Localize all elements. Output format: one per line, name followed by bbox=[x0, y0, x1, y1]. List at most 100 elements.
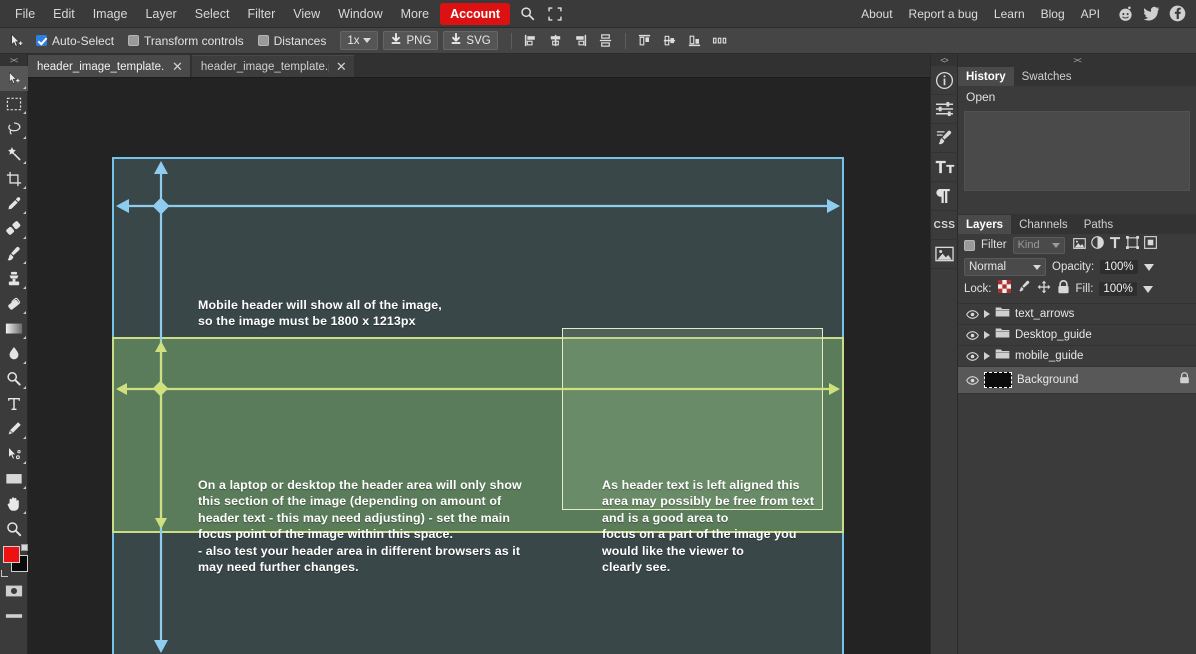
path-select-tool[interactable] bbox=[0, 441, 28, 466]
transform-controls-checkbox-box[interactable] bbox=[128, 35, 140, 46]
filter-kind-dropdown[interactable]: Kind bbox=[1012, 236, 1065, 254]
export-svg-button[interactable]: SVG bbox=[443, 31, 498, 50]
canvas-viewport[interactable]: Mobile header will show all of the image… bbox=[28, 78, 930, 654]
menu-item-select[interactable]: Select bbox=[186, 3, 239, 25]
auto-select-checkbox-box[interactable] bbox=[36, 35, 47, 46]
magic-wand-tool[interactable] bbox=[0, 141, 28, 166]
opacity-value[interactable]: 100% bbox=[1100, 260, 1138, 274]
close-icon[interactable]: ✕ bbox=[172, 60, 183, 73]
adjustment-filter-icon[interactable] bbox=[1090, 236, 1104, 254]
shape-tool[interactable] bbox=[0, 466, 28, 491]
eye-icon[interactable] bbox=[966, 309, 979, 319]
lock-position-icon[interactable] bbox=[1037, 280, 1051, 299]
align-left-icon[interactable] bbox=[520, 31, 542, 51]
tab-layers[interactable]: Layers bbox=[958, 215, 1012, 234]
menu-item-file[interactable]: File bbox=[6, 3, 44, 25]
table-row[interactable]: text_arrows bbox=[958, 304, 1196, 325]
account-button[interactable]: Account bbox=[440, 2, 511, 25]
info-icon[interactable] bbox=[931, 66, 958, 95]
distribute-horizontal-icon[interactable] bbox=[709, 31, 731, 51]
table-row[interactable]: mobile_guide bbox=[958, 346, 1196, 367]
eye-icon[interactable] bbox=[966, 330, 979, 340]
menu-item-blog[interactable]: Blog bbox=[1033, 3, 1073, 25]
menu-item-image[interactable]: Image bbox=[84, 3, 137, 25]
menu-item-learn[interactable]: Learn bbox=[986, 3, 1033, 25]
image-filter-icon[interactable] bbox=[1072, 236, 1086, 254]
align-top-icon[interactable] bbox=[634, 31, 656, 51]
menu-item-about[interactable]: About bbox=[853, 3, 900, 25]
lock-pixels-icon[interactable] bbox=[1017, 280, 1031, 298]
document-tab-2[interactable]: header_image_template.p ✕ bbox=[191, 55, 354, 77]
brush-tool[interactable] bbox=[0, 241, 28, 266]
history-item-open[interactable]: Open bbox=[958, 86, 1196, 108]
fill-value[interactable]: 100% bbox=[1099, 282, 1137, 296]
align-bottom-icon[interactable] bbox=[684, 31, 706, 51]
expand-arrow-icon[interactable] bbox=[984, 310, 990, 318]
zoom-level-dropdown[interactable]: 1x bbox=[340, 31, 379, 50]
align-right-icon[interactable] bbox=[570, 31, 592, 51]
gradient-tool[interactable] bbox=[0, 316, 28, 341]
transform-controls-checkbox[interactable]: Transform controls bbox=[128, 34, 244, 48]
menu-item-view[interactable]: View bbox=[284, 3, 329, 25]
menu-item-api[interactable]: API bbox=[1073, 3, 1108, 25]
color-swatches[interactable] bbox=[0, 544, 28, 578]
menu-item-filter[interactable]: Filter bbox=[238, 3, 284, 25]
reset-colors-icon[interactable] bbox=[1, 570, 8, 577]
lasso-tool[interactable] bbox=[0, 116, 28, 141]
menu-item-window[interactable]: Window bbox=[329, 3, 391, 25]
twitter-icon[interactable] bbox=[1143, 6, 1160, 22]
layer-thumbnail[interactable] bbox=[984, 372, 1012, 388]
screen-mode-icon[interactable] bbox=[0, 603, 28, 628]
navigator-image-icon[interactable] bbox=[931, 240, 958, 269]
filter-checkbox[interactable] bbox=[964, 239, 975, 251]
align-middle-vertical-icon[interactable] bbox=[659, 31, 681, 51]
patch-tool[interactable] bbox=[0, 216, 28, 241]
menu-item-report-bug[interactable]: Report a bug bbox=[901, 3, 986, 25]
shape-filter-icon[interactable] bbox=[1125, 236, 1139, 254]
table-row[interactable]: Background bbox=[958, 367, 1196, 394]
type-filter-icon[interactable] bbox=[1109, 236, 1121, 254]
auto-select-checkbox[interactable]: Auto-Select bbox=[36, 34, 114, 48]
artboard[interactable]: Mobile header will show all of the image… bbox=[112, 157, 844, 654]
move-tool[interactable] bbox=[0, 66, 28, 91]
distances-checkbox-box[interactable] bbox=[257, 35, 269, 46]
menu-item-layer[interactable]: Layer bbox=[136, 3, 185, 25]
pen-tool[interactable] bbox=[0, 416, 28, 441]
dodge-tool[interactable] bbox=[0, 366, 28, 391]
character-icon[interactable] bbox=[931, 153, 958, 182]
panels-collapse-button[interactable]: >< bbox=[958, 54, 1196, 66]
close-icon[interactable]: ✕ bbox=[336, 60, 347, 73]
table-row[interactable]: Desktop_guide bbox=[958, 325, 1196, 346]
crop-tool[interactable] bbox=[0, 166, 28, 191]
history-list[interactable]: Open bbox=[958, 86, 1196, 191]
hand-tool[interactable] bbox=[0, 491, 28, 516]
eyedropper-tool[interactable] bbox=[0, 191, 28, 216]
opacity-slider-arrow-icon[interactable] bbox=[1143, 263, 1154, 271]
smart-object-filter-icon[interactable] bbox=[1143, 236, 1157, 254]
tab-swatches[interactable]: Swatches bbox=[1014, 67, 1080, 86]
lock-transparency-icon[interactable] bbox=[997, 280, 1011, 298]
document-tab-1[interactable]: header_image_template.p ✕ bbox=[28, 55, 190, 77]
rail-collapse-button[interactable]: <> bbox=[931, 54, 957, 66]
eye-icon[interactable] bbox=[966, 375, 979, 385]
brush-presets-icon[interactable] bbox=[931, 124, 958, 153]
blur-tool[interactable] bbox=[0, 341, 28, 366]
css-icon[interactable]: CSS bbox=[931, 211, 958, 240]
toolbar-collapse-button[interactable]: >< bbox=[0, 54, 27, 66]
search-icon[interactable] bbox=[516, 4, 538, 24]
export-png-button[interactable]: PNG bbox=[383, 31, 439, 50]
tab-paths[interactable]: Paths bbox=[1076, 215, 1121, 234]
blend-mode-dropdown[interactable]: Normal bbox=[964, 258, 1046, 276]
distances-checkbox[interactable]: Distances bbox=[257, 34, 326, 48]
tab-channels[interactable]: Channels bbox=[1011, 215, 1076, 234]
reddit-icon[interactable] bbox=[1117, 5, 1134, 22]
type-tool[interactable] bbox=[0, 391, 28, 416]
fullscreen-icon[interactable] bbox=[544, 4, 566, 24]
adjustments-icon[interactable] bbox=[931, 95, 958, 124]
default-colors-icon[interactable] bbox=[21, 544, 28, 551]
clone-stamp-tool[interactable] bbox=[0, 266, 28, 291]
zoom-tool[interactable] bbox=[0, 516, 28, 541]
foreground-color-swatch[interactable] bbox=[3, 546, 20, 563]
menu-item-more[interactable]: More bbox=[392, 3, 438, 25]
distribute-vertical-icon[interactable] bbox=[595, 31, 617, 51]
